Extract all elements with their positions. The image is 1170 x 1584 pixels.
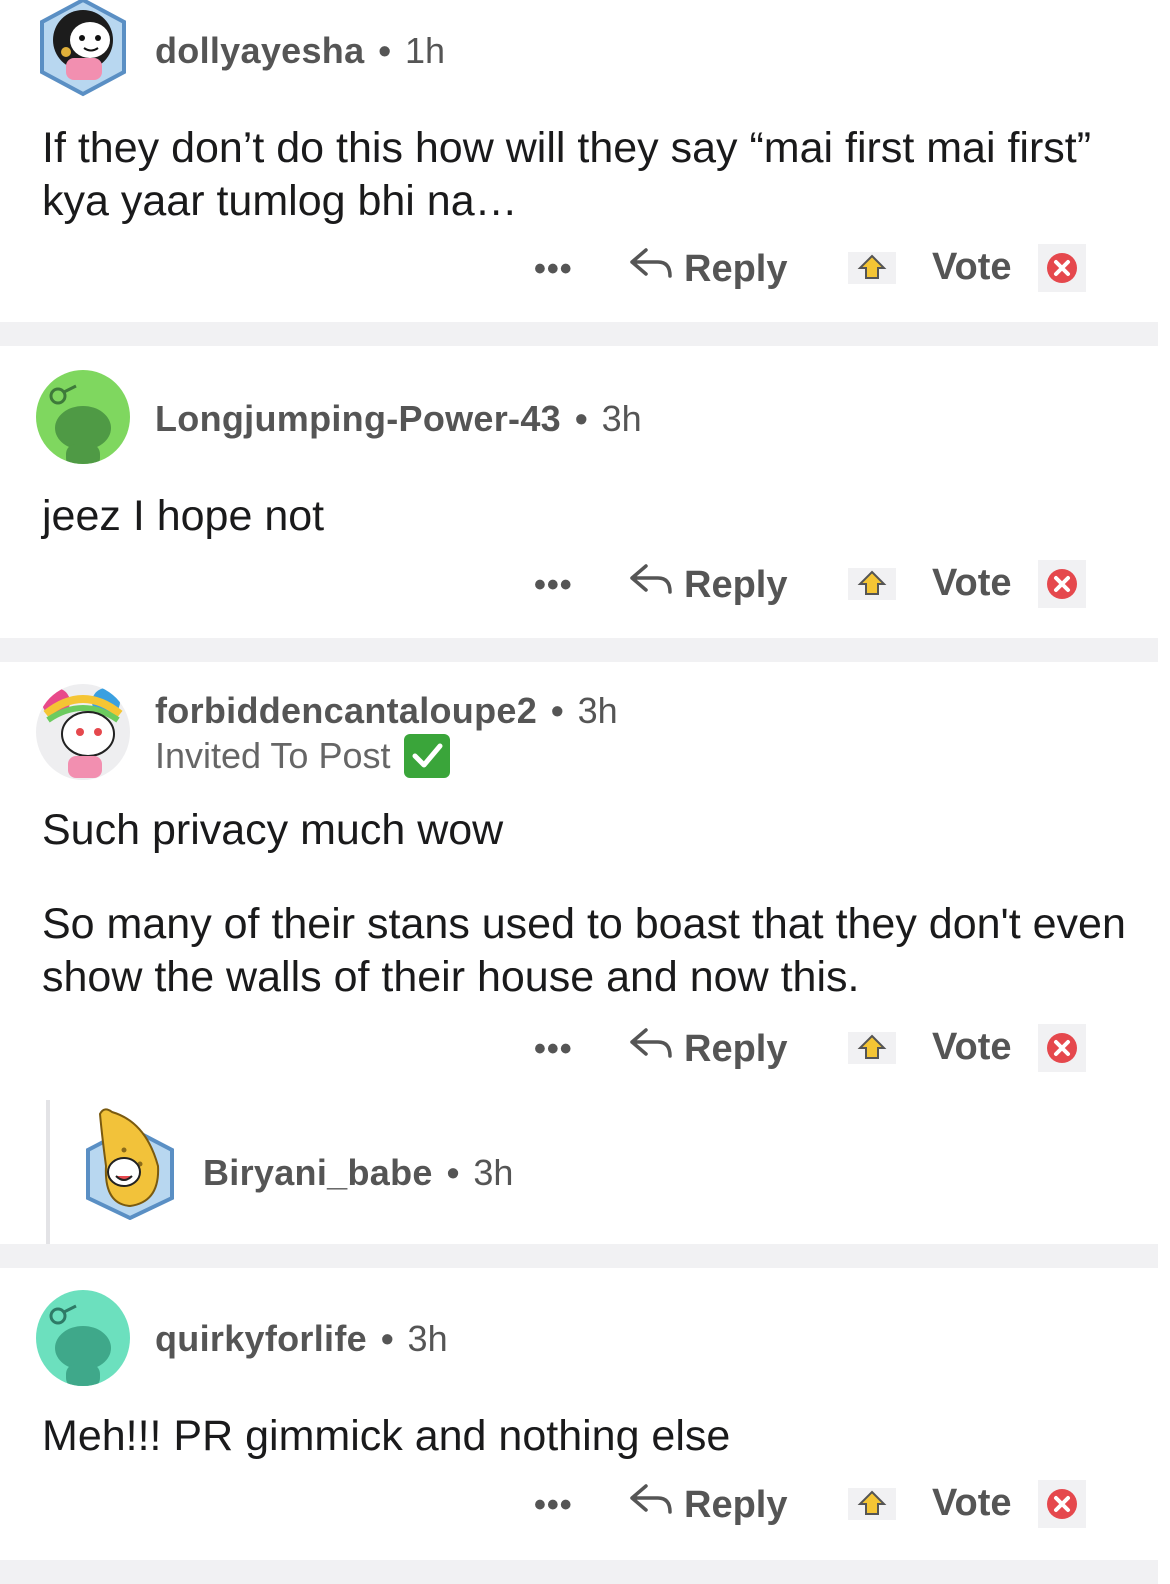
thread-line[interactable] [46,1100,50,1244]
vote-label[interactable]: Vote [932,1482,1012,1525]
comment: forbiddencantaloupe2 • 3h Invited To Pos… [0,662,1170,1244]
reply-arrow-icon [628,560,674,610]
reply-label: Reply [684,1483,788,1526]
reply-arrow-icon [628,244,674,294]
downvote-close-icon[interactable] [1038,560,1086,608]
user-avatar[interactable] [84,1106,176,1220]
award-icon[interactable] [848,564,896,604]
reply-label: Reply [684,563,788,606]
user-flair: Invited To Post [155,734,451,778]
reply-label: Reply [684,247,788,290]
comment: Longjumping-Power-43 • 3h jeez I hope no… [0,346,1170,638]
comment: dollyayesha • 1h If they don’t do this h… [0,0,1170,322]
user-avatar[interactable] [38,0,128,98]
reply-button[interactable]: Reply [628,1024,787,1074]
vote-label[interactable]: Vote [932,246,1012,289]
reply-label: Reply [684,1027,788,1070]
award-icon[interactable] [848,248,896,288]
reply-arrow-icon [628,1024,674,1074]
reply-button[interactable]: Reply [628,560,787,610]
award-icon[interactable] [848,1484,896,1524]
reply-button[interactable]: Reply [628,1480,787,1530]
comment-paragraph: So many of their stans used to boast tha… [42,900,1126,1001]
timestamp: 1h [405,30,446,71]
comment-actions: ••• Reply Vote [0,1480,1170,1540]
comment-paragraph: Meh!!! PR gimmick and nothing else [42,1412,731,1460]
user-avatar[interactable] [36,684,130,780]
user-avatar[interactable] [36,1290,130,1386]
comment-body: Such privacy much wow So many of their s… [42,804,1130,1004]
checkmark-icon [404,734,451,778]
downvote-close-icon[interactable] [1038,1480,1086,1528]
username[interactable]: Biryani_babe [203,1152,433,1194]
downvote-close-icon[interactable] [1038,1024,1086,1072]
comment-author-line: forbiddencantaloupe2 • 3h [155,690,618,732]
separator-dot: • [575,398,588,439]
vote-label[interactable]: Vote [932,1026,1012,1069]
user-avatar[interactable] [36,370,130,464]
timestamp: 3h [601,398,642,439]
username[interactable]: forbiddencantaloupe2 [155,690,537,732]
comment-author-line: Longjumping-Power-43 • 3h [155,398,642,440]
timestamp: 3h [577,690,618,731]
comment-feed: dollyayesha • 1h If they don’t do this h… [0,0,1170,1584]
vote-label[interactable]: Vote [932,562,1012,605]
comment-actions: ••• Reply Vote [0,1024,1170,1084]
comment-author-line: dollyayesha • 1h [155,30,445,72]
comment-paragraph: If they don’t do this how will they say … [42,124,1092,225]
comment-actions: ••• Reply Vote [0,244,1170,304]
more-options-button[interactable]: ••• [534,1486,573,1525]
comment-divider [0,638,1158,662]
username[interactable]: quirkyforlife [155,1318,367,1360]
more-options-button[interactable]: ••• [534,1030,573,1069]
reply-button[interactable]: Reply [628,244,787,294]
comment-body: If they don’t do this how will they say … [42,122,1130,228]
separator-dot: • [446,1152,460,1193]
comment-actions: ••• Reply Vote [0,560,1170,620]
comment-author-line: Biryani_babe • 3h [203,1152,513,1194]
comment-body: jeez I hope not [42,490,1130,543]
reply-arrow-icon [628,1480,674,1530]
comment-divider [0,322,1158,346]
timestamp: 3h [407,1318,448,1359]
separator-dot: • [380,1318,394,1359]
comment: quirkyforlife • 3h Meh!!! PR gimmick and… [0,1268,1170,1560]
username[interactable]: Longjumping-Power-43 [155,398,561,440]
flair-text: Invited To Post [155,735,391,776]
more-options-button[interactable]: ••• [534,566,573,605]
award-icon[interactable] [848,1028,896,1068]
comment-author-line: quirkyforlife • 3h [155,1318,448,1360]
separator-dot: • [551,690,564,731]
downvote-close-icon[interactable] [1038,244,1086,292]
timestamp: 3h [473,1152,514,1193]
comment-paragraph: jeez I hope not [42,492,325,540]
comment-divider [0,1244,1158,1268]
comment-body: Meh!!! PR gimmick and nothing else [42,1410,1130,1463]
more-options-button[interactable]: ••• [534,250,573,289]
comment-divider [0,1560,1158,1584]
comment-paragraph: Such privacy much wow [42,806,504,854]
separator-dot: • [378,30,392,71]
username[interactable]: dollyayesha [155,30,364,72]
